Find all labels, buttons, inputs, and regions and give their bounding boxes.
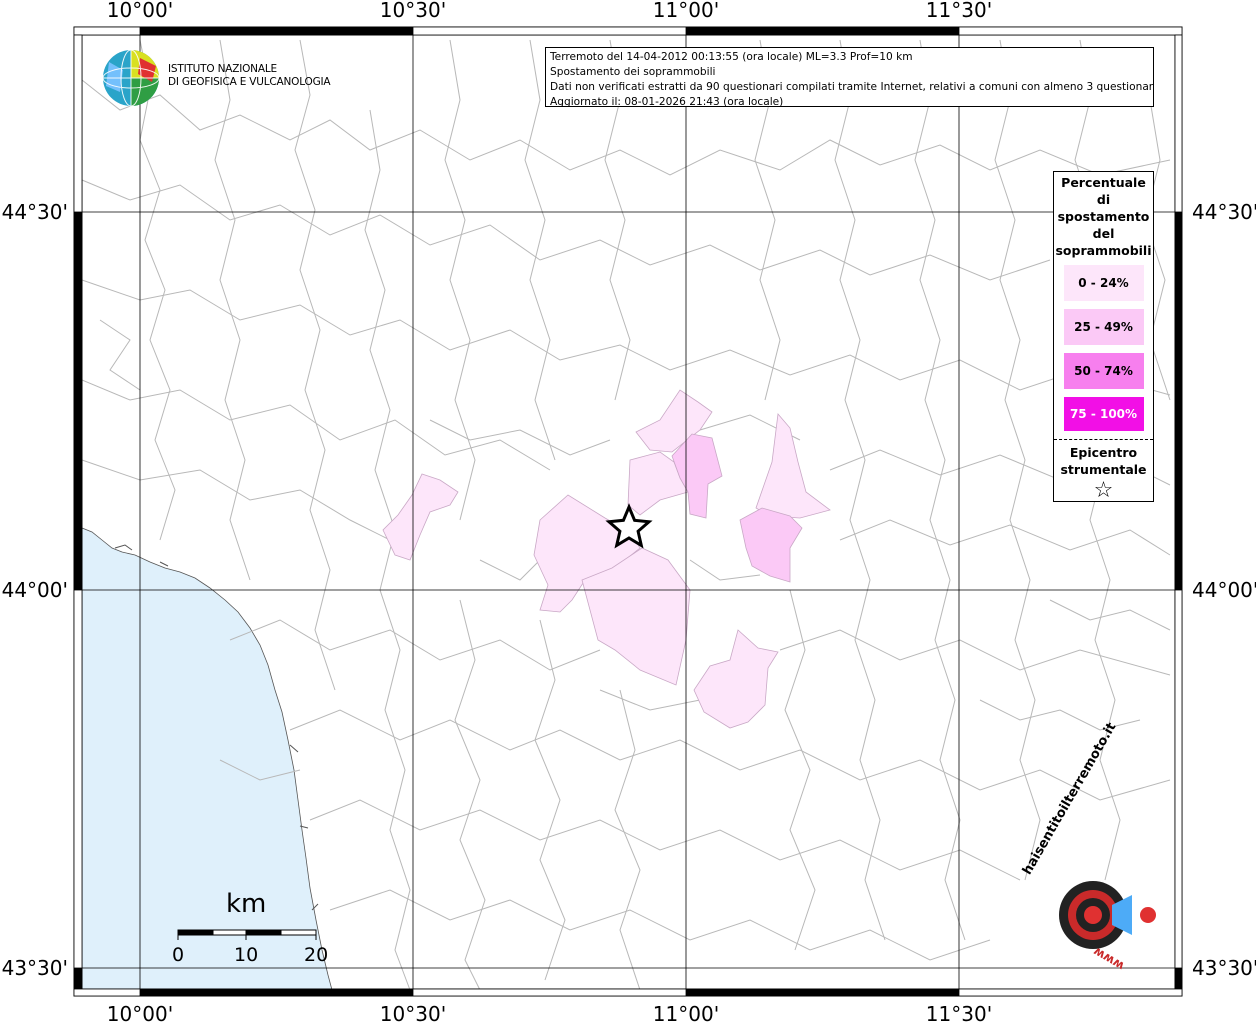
ingv-logo-line2: DI GEOFISICA E VULCANOLOGIA (168, 76, 331, 88)
legend-epicenter-label: Epicentro strumentale (1054, 440, 1153, 478)
event-info-line: Dati non verificati estratti da 90 quest… (550, 81, 1154, 93)
legend-class-75-100: 75 - 100% (1063, 397, 1144, 431)
ingv-globe-icon (102, 49, 160, 107)
lon-label-bottom: 10°00' (107, 1002, 173, 1024)
legend-class-label: 50 - 74% (1074, 364, 1133, 378)
scale-tick-label: 20 (304, 944, 329, 966)
legend-title-line: di (1096, 192, 1111, 207)
scale-unit: km (226, 889, 267, 919)
legend-class-label: 0 - 24% (1078, 276, 1129, 290)
intensity-map: 10°00' 10°30' 11°00' 11°30' 10°00' 10°30… (0, 0, 1256, 1024)
lon-label-bottom: 11°30' (926, 1002, 992, 1024)
legend-class-50-74: 50 - 74% (1063, 353, 1144, 389)
lon-label-top: 11°30' (926, 0, 992, 22)
legend-epicenter-line: Epicentro (1069, 445, 1138, 460)
lat-label-left: 44°00' (2, 578, 68, 602)
legend-title-line: spostamento (1057, 209, 1150, 224)
lat-label-right: 44°30' (1192, 200, 1256, 224)
legend-title-line: soprammobili (1055, 243, 1152, 258)
lon-label-top: 10°30' (380, 0, 446, 22)
lon-label-top: 10°00' (107, 0, 173, 22)
lat-label-right: 43°30' (1192, 956, 1256, 980)
scale-tick-label: 10 (234, 944, 259, 966)
ingv-logo-line1: ISTITUTO NAZIONALE (168, 63, 277, 75)
lat-label-right: 44°00' (1192, 578, 1256, 602)
lon-label-bottom: 10°30' (380, 1002, 446, 1024)
legend-class-label: 25 - 49% (1074, 320, 1133, 334)
legend-epicenter-line: strumentale (1060, 462, 1147, 477)
star-outline-icon: ☆ (1093, 478, 1114, 503)
legend-title-line: Percentuale (1061, 175, 1146, 190)
lon-label-bottom: 11°00' (653, 1002, 719, 1024)
scale-tick-label: 0 (172, 944, 185, 966)
lat-label-left: 44°30' (2, 200, 68, 224)
legend-title-line: del (1092, 226, 1115, 241)
ingv-logo-text: ISTITUTO NAZIONALE DI GEOFISICA E VULCAN… (168, 63, 331, 89)
event-info-line: Aggiornato il: 08-01-2026 21:43 (ora loc… (550, 96, 784, 107)
event-info-line: Terremoto del 14-04-2012 00:13:55 (ora l… (550, 51, 913, 63)
legend-title: Percentuale di spostamento del soprammob… (1054, 172, 1153, 259)
lon-label-top: 11°00' (653, 0, 719, 22)
event-info-box: Terremoto del 14-04-2012 00:13:55 (ora l… (545, 47, 1154, 107)
legend-class-25-49: 25 - 49% (1063, 309, 1144, 345)
legend-class-0-24: 0 - 24% (1063, 265, 1144, 301)
legend: Percentuale di spostamento del soprammob… (1053, 171, 1154, 503)
event-info-line: Spostamento dei soprammobili (550, 66, 716, 78)
lat-label-left: 43°30' (2, 956, 68, 980)
legend-class-label: 75 - 100% (1069, 407, 1138, 421)
